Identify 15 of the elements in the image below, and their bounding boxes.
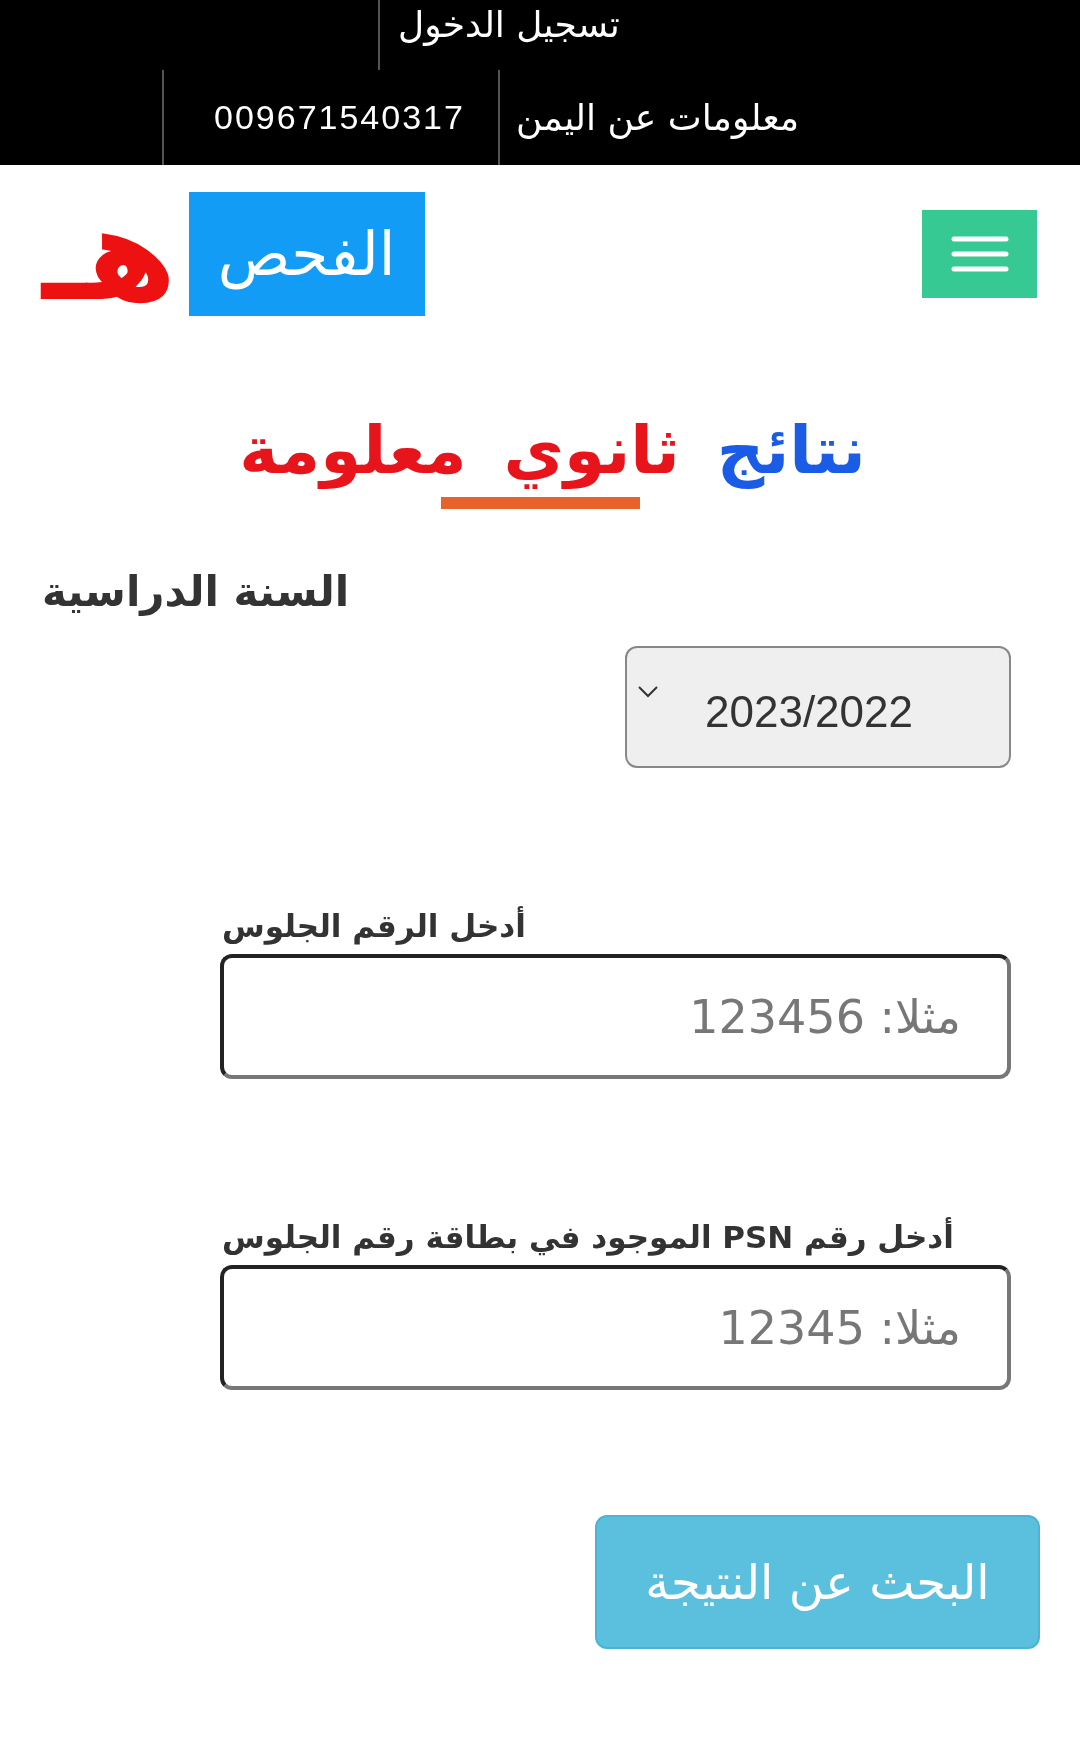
field-label: أدخل الرقم الجلوس xyxy=(222,908,526,944)
field-label: أدخل رقم PSN الموجود في بطاقة رقم الجلوس xyxy=(222,1219,954,1255)
phone-number: 009671540317 xyxy=(162,70,498,165)
logo-text: الفحص xyxy=(188,192,425,316)
info-link[interactable]: معلومات عن اليمن xyxy=(497,70,816,165)
field-label: السنة الدراسية xyxy=(42,567,351,616)
menu-button[interactable] xyxy=(922,210,1037,298)
login-link[interactable]: تسجيل الدخول xyxy=(378,0,640,70)
page-title: نتائج ثانوي معلومة xyxy=(239,411,866,491)
chevron-icon xyxy=(637,685,659,699)
menu-icon xyxy=(950,235,1009,273)
input-field[interactable]: مثلا: 12345 xyxy=(220,1265,1011,1390)
year-dropdown[interactable]: 2023/2022 xyxy=(625,646,1011,768)
input-field[interactable]: مثلا: 123456 xyxy=(220,954,1011,1079)
logo-mark: هـ xyxy=(42,189,177,319)
